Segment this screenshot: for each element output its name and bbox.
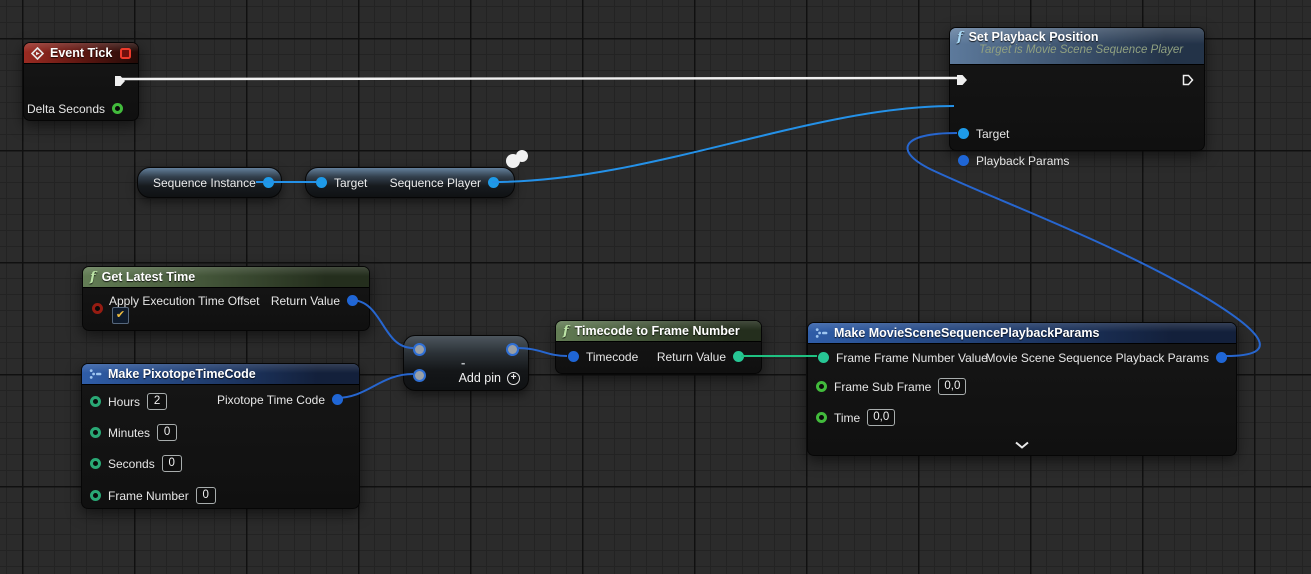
frame-number-input[interactable]: 0 bbox=[196, 487, 216, 504]
exec-out-pin[interactable] bbox=[1182, 73, 1194, 86]
node-title: Event Tick bbox=[50, 46, 112, 60]
node-event-tick[interactable]: Event Tick Delta Seconds bbox=[23, 42, 139, 121]
exec-pin-icon bbox=[114, 75, 126, 87]
frame-sub-frame-input[interactable]: 0,0 bbox=[938, 378, 966, 395]
frame-number-pin[interactable] bbox=[90, 490, 101, 501]
seconds-pin[interactable] bbox=[90, 458, 101, 469]
node-title: Set Playback Position bbox=[969, 30, 1099, 44]
node-title: Get Latest Time bbox=[102, 270, 196, 284]
pin-label: Target bbox=[976, 127, 1009, 141]
function-icon: f bbox=[90, 271, 96, 284]
node-timecode-to-frame-number[interactable]: f Timecode to Frame Number Timecode Retu… bbox=[555, 320, 762, 374]
minutes-input[interactable]: 0 bbox=[157, 424, 177, 441]
subtract-input-b-pin[interactable] bbox=[413, 369, 426, 382]
wire-sequence-player-to-setplayback-target[interactable] bbox=[492, 106, 954, 182]
pin-label: Pixotope Time Code bbox=[217, 393, 325, 407]
plus-icon: + bbox=[507, 372, 520, 385]
pin-label: Target bbox=[334, 176, 367, 190]
comment-bubble-icon[interactable] bbox=[503, 148, 531, 179]
pin-label: Delta Seconds bbox=[27, 102, 105, 116]
subtract-operator: - bbox=[461, 355, 465, 370]
event-diamond-icon bbox=[31, 47, 44, 60]
pin-label: Minutes bbox=[108, 426, 150, 440]
function-icon: f bbox=[957, 31, 963, 44]
node-title: Make MovieSceneSequencePlaybackParams bbox=[834, 326, 1099, 340]
event-badge-icon bbox=[120, 48, 131, 59]
chevron-down-icon bbox=[1014, 441, 1030, 449]
playback-params-pin[interactable] bbox=[958, 155, 969, 166]
node-get-latest-time[interactable]: f Get Latest Time Apply Execution Time O… bbox=[82, 266, 370, 331]
frame-frame-number-value-pin[interactable] bbox=[818, 352, 829, 363]
pin-label: Timecode bbox=[586, 350, 638, 364]
apply-offset-checkbox[interactable]: ✔ bbox=[112, 307, 129, 324]
hours-input[interactable]: 2 bbox=[147, 393, 167, 410]
expand-node-button[interactable] bbox=[1014, 438, 1030, 452]
timecode-pin[interactable] bbox=[568, 351, 579, 362]
pin-label: Hours bbox=[108, 395, 140, 409]
node-subtitle: Target is Movie Scene Sequence Player bbox=[979, 44, 1197, 56]
sequence-instance-out-pin[interactable] bbox=[263, 177, 274, 188]
pin-label: Playback Params bbox=[976, 154, 1069, 168]
pin-label: Seconds bbox=[108, 457, 155, 471]
exec-pin-hollow-icon bbox=[1182, 74, 1194, 86]
wire-exec-eventtick-to-setplayback[interactable] bbox=[122, 78, 957, 79]
subtract-input-a-pin[interactable] bbox=[413, 343, 426, 356]
make-struct-icon bbox=[815, 327, 828, 339]
frame-sub-frame-pin[interactable] bbox=[816, 381, 827, 392]
pixotope-time-code-pin[interactable] bbox=[332, 394, 343, 405]
sequence-player-out-pin[interactable] bbox=[488, 177, 499, 188]
pin-label: Time bbox=[834, 411, 860, 425]
return-value-pin[interactable] bbox=[733, 351, 744, 362]
exec-pin-icon bbox=[956, 74, 968, 86]
minutes-pin[interactable] bbox=[90, 427, 101, 438]
exec-in-pin[interactable] bbox=[956, 73, 968, 86]
subtract-output-pin[interactable] bbox=[506, 343, 519, 356]
time-pin[interactable] bbox=[816, 412, 827, 423]
hours-pin[interactable] bbox=[90, 396, 101, 407]
add-pin-button[interactable]: Add pin + bbox=[459, 371, 520, 385]
playback-params-out-pin[interactable] bbox=[1216, 352, 1227, 363]
apply-offset-bool-pin[interactable] bbox=[92, 303, 103, 314]
pin-label: Apply Execution Time Offset bbox=[109, 294, 260, 308]
function-icon: f bbox=[563, 325, 569, 338]
checkmark-icon: ✔ bbox=[116, 310, 125, 321]
make-struct-icon bbox=[89, 368, 102, 380]
pin-label: Movie Scene Sequence Playback Params bbox=[986, 351, 1209, 365]
pin-label: Frame Frame Number Value bbox=[836, 351, 988, 365]
return-value-pin[interactable] bbox=[347, 295, 358, 306]
pin-label: Frame Sub Frame bbox=[834, 380, 931, 394]
time-input[interactable]: 0,0 bbox=[867, 409, 895, 426]
pin-label: Frame Number bbox=[108, 489, 189, 503]
target-in-pin[interactable] bbox=[316, 177, 327, 188]
pin-label: Sequence Instance bbox=[153, 176, 256, 190]
node-subtract[interactable]: - Add pin + bbox=[403, 335, 529, 391]
exec-out-pin[interactable] bbox=[114, 74, 126, 87]
seconds-input[interactable]: 0 bbox=[162, 455, 182, 472]
delta-seconds-pin[interactable] bbox=[112, 103, 123, 114]
node-make-pixotope-timecode[interactable]: Make PixotopeTimeCode Hours 2 Minutes 0 … bbox=[81, 363, 360, 509]
target-pin[interactable] bbox=[958, 128, 969, 139]
node-get-sequence-player[interactable]: Target Sequence Player bbox=[305, 167, 515, 198]
node-sequence-instance[interactable]: Sequence Instance bbox=[137, 167, 282, 198]
pin-label: Return Value bbox=[271, 294, 340, 308]
blueprint-canvas[interactable]: { "app": {"title": "Unreal Engine Bluepr… bbox=[0, 0, 1311, 574]
pin-label: Return Value bbox=[657, 350, 726, 364]
node-make-playback-params[interactable]: Make MovieSceneSequencePlaybackParams Fr… bbox=[807, 322, 1237, 456]
pin-label: Sequence Player bbox=[390, 176, 481, 190]
node-title: Timecode to Frame Number bbox=[575, 324, 740, 338]
node-title: Make PixotopeTimeCode bbox=[108, 367, 256, 381]
node-set-playback-position[interactable]: f Set Playback Position Target is Movie … bbox=[949, 27, 1205, 151]
